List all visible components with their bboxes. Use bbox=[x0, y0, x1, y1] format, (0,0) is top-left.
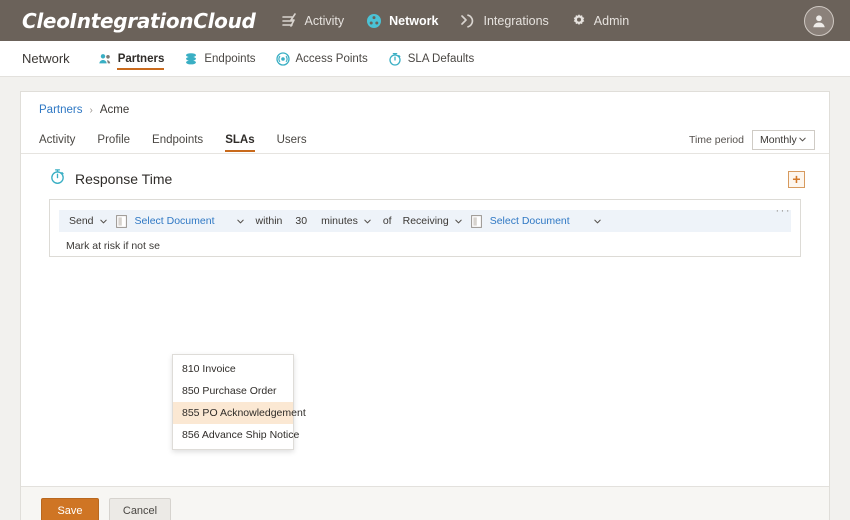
direction-select[interactable]: Send bbox=[63, 212, 114, 230]
sla-rule-card: ··· Send Select Document within 30 minut… bbox=[49, 199, 801, 257]
access-points-icon bbox=[275, 51, 290, 66]
page-wrapper: Partners › Acme Activity Profile Endpoin… bbox=[0, 77, 850, 520]
nav-item-admin[interactable]: Admin bbox=[571, 13, 629, 29]
mark-at-risk-text: Mark at risk if not se bbox=[66, 240, 160, 252]
chevron-down-icon bbox=[99, 219, 107, 223]
response-time-title-group: Response Time bbox=[39, 168, 172, 190]
time-period-control: Time period Monthly bbox=[688, 129, 815, 150]
brand-secondary: IntegrationCloud bbox=[69, 8, 256, 33]
chevron-down-icon bbox=[455, 219, 462, 223]
document-icon bbox=[470, 214, 482, 228]
response-time-title: Response Time bbox=[75, 171, 173, 187]
endpoints-icon bbox=[184, 52, 198, 66]
secondary-nav: Network Partners Endpoints Access Points… bbox=[0, 41, 850, 77]
document-icon bbox=[115, 214, 127, 228]
within-label: within bbox=[255, 215, 283, 227]
subnav-item-endpoints[interactable]: Endpoints bbox=[184, 41, 256, 76]
partners-icon bbox=[98, 52, 112, 66]
brand-primary: Cleo bbox=[22, 8, 70, 33]
nav-item-network[interactable]: Network bbox=[366, 13, 438, 29]
nav-label-integrations: Integrations bbox=[483, 13, 549, 28]
sla-defaults-icon bbox=[388, 52, 402, 66]
primary-nav: Activity Network Integrations Admin bbox=[281, 12, 629, 29]
time-period-value: Monthly bbox=[760, 133, 797, 146]
subnav-items: Partners Endpoints Access Points SLA Def… bbox=[98, 41, 474, 76]
nav-item-activity[interactable]: Activity bbox=[281, 12, 345, 29]
subnav-label-endpoints: Endpoints bbox=[204, 52, 256, 65]
duration-input[interactable]: 30 bbox=[287, 215, 315, 227]
time-period-label: Time period bbox=[688, 133, 744, 146]
time-period-select[interactable]: Monthly bbox=[752, 129, 815, 150]
dropdown-option-810[interactable]: 810 Invoice bbox=[173, 358, 293, 380]
dropdown-option-856[interactable]: 856 Advance Ship Notice bbox=[173, 424, 299, 446]
chevron-down-icon bbox=[799, 137, 806, 142]
document-1-value: Select Document bbox=[134, 215, 215, 227]
tabs-row: Activity Profile Endpoints SLAs Users Ti… bbox=[21, 126, 829, 154]
subnav-item-sla-defaults[interactable]: SLA Defaults bbox=[388, 41, 474, 76]
document-2-value: Select Document bbox=[489, 215, 570, 227]
slas-body: Response Time + ··· Send Select Document… bbox=[21, 154, 829, 486]
chevron-down-icon bbox=[594, 219, 601, 223]
breadcrumb-link-partners[interactable]: Partners bbox=[39, 104, 82, 116]
tab-activity[interactable]: Activity bbox=[39, 126, 75, 153]
response-time-header: Response Time + bbox=[39, 168, 811, 190]
document-dropdown-menu: 810 Invoice 850 Purchase Order 855 PO Ac… bbox=[172, 354, 306, 450]
chevron-down-icon bbox=[364, 219, 371, 223]
unit-select[interactable]: minutes bbox=[315, 212, 378, 230]
subnav-label-sla-defaults: SLA Defaults bbox=[407, 52, 475, 65]
tab-endpoints[interactable]: Endpoints bbox=[152, 126, 203, 153]
tab-profile[interactable]: Profile bbox=[97, 126, 130, 153]
app-logo: CleoIntegrationCloud bbox=[22, 9, 256, 33]
subnav-item-partners[interactable]: Partners bbox=[98, 41, 165, 76]
network-icon bbox=[366, 13, 382, 29]
app-header: CleoIntegrationCloud Activity Network In… bbox=[0, 0, 850, 41]
stopwatch-icon bbox=[49, 168, 66, 190]
sla-rule-row: Send Select Document within 30 minutes o… bbox=[59, 210, 791, 232]
subnav-item-access-points[interactable]: Access Points bbox=[275, 41, 368, 76]
integrations-icon bbox=[460, 13, 476, 29]
subnav-label-access-points: Access Points bbox=[295, 52, 368, 65]
partner-tabs: Activity Profile Endpoints SLAs Users bbox=[39, 126, 307, 153]
nav-label-activity: Activity bbox=[304, 13, 345, 28]
document-2-select[interactable]: Select Document bbox=[484, 212, 608, 230]
tab-slas[interactable]: SLAs bbox=[225, 126, 256, 153]
nav-label-network: Network bbox=[389, 13, 439, 28]
nav-label-admin: Admin bbox=[593, 13, 630, 28]
trigger-value: Receiving bbox=[402, 215, 449, 227]
breadcrumb-current-acme: Acme bbox=[99, 104, 130, 116]
form-footer: Save Cancel bbox=[21, 486, 829, 520]
breadcrumb-separator: › bbox=[89, 104, 93, 116]
of-label: of bbox=[382, 215, 392, 227]
partner-detail-card: Partners › Acme Activity Profile Endpoin… bbox=[20, 91, 830, 520]
cancel-button[interactable]: Cancel bbox=[109, 497, 171, 520]
trigger-select[interactable]: Receiving bbox=[397, 212, 469, 230]
document-1-select[interactable]: Select Document bbox=[129, 212, 251, 230]
section-title-network: Network bbox=[22, 51, 70, 66]
user-avatar-icon[interactable] bbox=[804, 5, 834, 36]
dropdown-option-850[interactable]: 850 Purchase Order bbox=[173, 380, 293, 402]
subnav-label-partners: Partners bbox=[117, 52, 165, 65]
sla-rule-menu-button[interactable]: ··· bbox=[776, 206, 792, 217]
direction-value: Send bbox=[69, 215, 94, 227]
gear-icon bbox=[571, 13, 587, 29]
nav-item-integrations[interactable]: Integrations bbox=[460, 13, 549, 29]
save-button[interactable]: Save bbox=[41, 497, 99, 520]
dropdown-option-855[interactable]: 855 PO Acknowledgement bbox=[173, 402, 306, 424]
chevron-down-icon bbox=[236, 219, 244, 223]
breadcrumb: Partners › Acme bbox=[21, 92, 829, 126]
unit-value: minutes bbox=[321, 215, 358, 227]
add-sla-button[interactable]: + bbox=[788, 170, 805, 188]
activity-icon bbox=[281, 12, 298, 29]
tab-users[interactable]: Users bbox=[277, 126, 307, 153]
